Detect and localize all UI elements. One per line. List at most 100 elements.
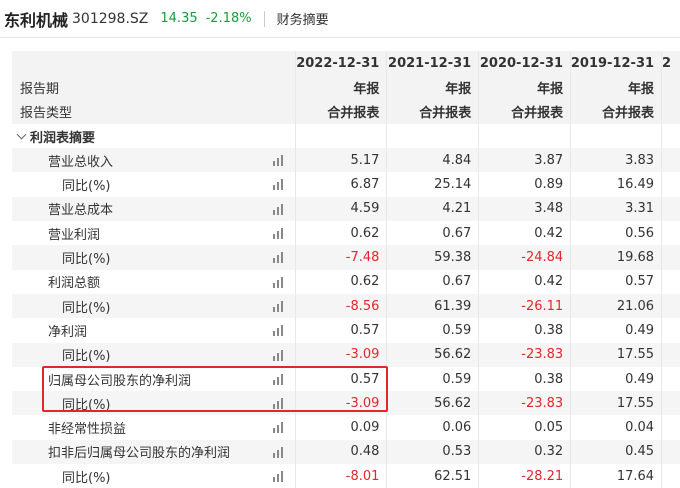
row-label: 同比(%) — [62, 397, 111, 413]
row-label: 同比(%) — [62, 470, 111, 486]
table-row: 非经常性损益 0.09 0.06 0.05 0.04 — [12, 415, 680, 440]
header-cell: 2 — [662, 51, 680, 76]
row-label: 归属母公司股东的净利润 — [48, 373, 192, 389]
row-label-cell: 同比(%) — [12, 172, 296, 197]
stock-name: 东利机械 — [4, 10, 69, 30]
header-cell: 2020-12-31 — [479, 51, 572, 76]
table-row: 净利润 0.57 0.59 0.38 0.49 — [12, 318, 680, 343]
row-label: 营业总收入 — [48, 154, 114, 170]
header-cell: 2019-12-31 — [571, 51, 663, 76]
bar-chart-icon[interactable] — [272, 179, 285, 191]
table-cell: -28.21 — [479, 464, 572, 488]
table-cell: 5.17 — [296, 148, 388, 173]
table-row: 同比(%) -8.56 61.39 -26.11 21.06 — [12, 293, 680, 319]
row-label-cell: 同比(%) — [12, 342, 296, 367]
stock-code: 301298.SZ — [72, 10, 149, 27]
row-label: 同比(%) — [62, 349, 111, 365]
row-label-cell: 同比(%) — [12, 391, 296, 416]
row-label: 利润总额 — [48, 276, 101, 292]
header-cell: 年报 — [479, 75, 572, 100]
table-cell: 0.04 — [571, 415, 663, 440]
empty-cell — [662, 343, 680, 367]
table-row: 利润总额 0.62 0.67 0.42 0.57 — [12, 269, 680, 294]
table-cell: 0.59 — [387, 366, 480, 392]
table-cell: 4.84 — [387, 148, 480, 173]
table-cell: 4.21 — [387, 196, 480, 222]
table-cell: -7.48 — [296, 245, 388, 270]
bar-chart-icon[interactable] — [272, 203, 285, 215]
header-cell: 年报 — [295, 75, 388, 100]
table-cell: -8.01 — [296, 464, 388, 488]
table-cell: 0.42 — [479, 221, 572, 246]
bar-chart-icon[interactable] — [272, 349, 285, 361]
bar-chart-icon[interactable] — [272, 446, 285, 458]
bar-chart-icon[interactable] — [272, 471, 285, 483]
table-cell: 0.38 — [479, 318, 572, 343]
row-label: 扣非后归属母公司股东的净利润 — [48, 446, 231, 462]
empty-cell — [662, 415, 680, 439]
chevron-down-icon[interactable] — [16, 129, 27, 140]
table-cell: 0.06 — [387, 415, 480, 440]
table-cell: 0.49 — [571, 366, 663, 392]
table-cell: -24.84 — [479, 245, 572, 270]
row-label-cell: 同比(%) — [12, 464, 296, 488]
bar-chart-icon[interactable] — [272, 276, 285, 288]
row-label: 同比(%) — [62, 300, 111, 316]
table-cell: 0.57 — [296, 366, 388, 392]
bar-chart-icon[interactable] — [272, 155, 285, 167]
header-divider — [263, 10, 265, 27]
row-label: 同比(%) — [62, 252, 111, 268]
empty-cell — [662, 367, 680, 391]
row-label-cell: 利润总额 — [12, 269, 296, 294]
empty-cell — [662, 294, 680, 318]
header-cell: 合并报表 — [295, 99, 388, 124]
table-cell: 17.55 — [571, 342, 663, 367]
table-row: 同比(%) -8.01 62.51 -28.21 17.64 — [12, 464, 680, 488]
section-title: 利润表摘要 — [30, 130, 96, 146]
table-row: 营业总收入 5.17 4.84 3.87 3.83 — [12, 148, 680, 173]
bar-chart-icon[interactable] — [272, 422, 285, 434]
table-cell: -23.83 — [479, 391, 572, 416]
bar-chart-icon[interactable] — [272, 373, 285, 385]
table-cell: 0.57 — [296, 318, 388, 343]
empty-cell — [296, 123, 388, 149]
row-label-cell: 同比(%) — [12, 245, 296, 270]
empty-cell — [571, 123, 663, 149]
header-row: 报告类型 合并报表 合并报表 合并报表 合并报表 — [12, 99, 680, 124]
empty-cell — [662, 172, 680, 196]
stock-header: 东利机械 301298.SZ 14.35 -2.18% 财务摘要 — [0, 0, 680, 38]
table-row: 同比(%) -3.09 56.62 -23.83 17.55 — [12, 342, 680, 367]
header-label-cell: 报告类型 — [12, 99, 296, 124]
bar-chart-icon[interactable] — [272, 252, 285, 264]
stock-change: -2.18% — [205, 11, 252, 26]
table-cell: -26.11 — [479, 293, 572, 319]
table-cell: 0.48 — [296, 439, 388, 465]
financial-summary-table: 2022-12-31 2021-12-31 2020-12-31 2019-12-31… — [12, 51, 680, 488]
table-cell: 0.38 — [479, 366, 572, 392]
table-cell: 0.62 — [296, 221, 388, 246]
table-cell: 17.64 — [571, 464, 663, 488]
table-cell: 4.59 — [296, 196, 388, 222]
bar-chart-icon[interactable] — [272, 228, 285, 240]
table-cell: 0.59 — [387, 318, 480, 343]
table-cell: 3.31 — [571, 196, 663, 222]
row-label-cell: 非经常性损益 — [12, 415, 296, 440]
bar-chart-icon[interactable] — [272, 325, 285, 337]
table-cell: 21.06 — [571, 293, 663, 319]
header-cell: 2022-12-31 — [295, 51, 388, 76]
table-row: 营业总成本 4.59 4.21 3.48 3.31 — [12, 196, 680, 222]
section-row-income-statement[interactable]: 利润表摘要 — [12, 123, 680, 149]
row-label-cell: 营业总成本 — [12, 196, 296, 222]
row-label-cell: 营业总收入 — [12, 148, 296, 173]
breadcrumb-financial-summary[interactable]: 财务摘要 — [277, 9, 329, 28]
table-row: 同比(%) -3.09 56.62 -23.83 17.55 — [12, 391, 680, 416]
table-cell: 0.09 — [296, 415, 388, 440]
table-cell: 0.53 — [387, 439, 480, 465]
table-cell: 0.62 — [296, 269, 388, 294]
table-cell: 61.39 — [387, 293, 480, 319]
empty-cell — [662, 464, 680, 488]
bar-chart-icon[interactable] — [272, 398, 285, 410]
bar-chart-icon[interactable] — [272, 300, 285, 312]
table-cell: 19.68 — [571, 245, 663, 270]
table-cell: 17.55 — [571, 391, 663, 416]
